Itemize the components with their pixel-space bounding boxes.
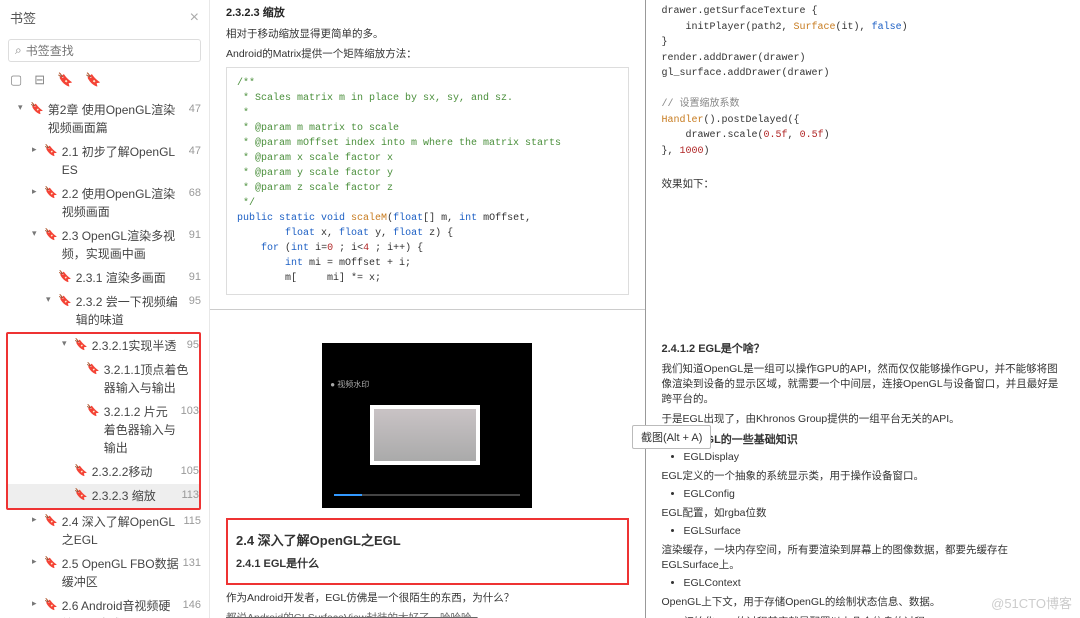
tree-2-2[interactable]: ▸🔖2.2 使用OpenGL渲染视频画面68	[6, 182, 201, 224]
tree-2-6[interactable]: ▸🔖2.6 Android音视频硬编码：生成一个MP4146	[6, 594, 201, 618]
paragraph: 我们知道OpenGL是一组可以操作GPU的API，然而仅仅能够操作GPU，并不能…	[662, 361, 1065, 406]
section-2-4-1-2-heading: 2.4.1.2 EGL是个啥？	[662, 340, 1065, 356]
list-item: EGLContext	[684, 577, 1065, 589]
paragraph: 于是EGL出现了，由Khronos Group提供的一组平台无关的API。	[662, 411, 1065, 426]
bullet-list: EGLConfig	[684, 488, 1065, 500]
section-2-4-heading: 2.4 深入了解OpenGL之EGL	[236, 530, 619, 549]
page-column-left: 2.3.2.3 缩放 相对于移动缩放显得更简单的多。 Android的Matri…	[210, 0, 646, 618]
search-input[interactable]	[26, 44, 194, 58]
bookmark-tree: ▾🔖第2章 使用OpenGL渲染视频画面篇47 ▸🔖2.1 初步了解OpenGL…	[0, 94, 209, 618]
page-watermark: @51CTO博客	[991, 593, 1072, 612]
tree-chapter-2[interactable]: ▾🔖第2章 使用OpenGL渲染视频画面篇47	[6, 98, 201, 140]
tree-2-3[interactable]: ▾🔖2.3 OpenGL渲染多视频，实现画中画91	[6, 224, 201, 266]
code-block: drawer.getSurfaceTexture { initPlayer(pa…	[662, 0, 1065, 171]
bookmark-icon[interactable]: 🔖	[57, 72, 73, 88]
paragraph-strikethrough: 都说Android的GLSurfaceView封装的太好了，哈哈哈~	[226, 610, 629, 618]
paragraph: EGL定义的一个抽象的系统显示类，用于操作设备窗口。	[662, 468, 1065, 483]
tree-2-1[interactable]: ▸🔖2.1 初步了解OpenGL ES47	[6, 140, 201, 182]
tree-2-3-1[interactable]: 🔖2.3.1 渲染多画面91	[6, 266, 201, 290]
search-input-wrap[interactable]: ⌕	[8, 39, 201, 62]
view-icon[interactable]: ▢	[10, 72, 22, 88]
screenshot-tooltip[interactable]: 截图(Alt + A)	[632, 425, 711, 449]
list-item: EGLSurface	[684, 525, 1065, 537]
sidebar-title: 书签	[10, 8, 36, 27]
collapse-icon[interactable]: ⊟	[34, 72, 45, 88]
bullet-list: 初始化EGL的过程其实就是配置以上几个信息的过程。	[684, 614, 1065, 618]
tree-2-3-2-3[interactable]: 🔖2.3.2.3 缩放113	[8, 484, 199, 508]
video-seekbar[interactable]	[334, 494, 520, 496]
page-break	[210, 309, 645, 333]
tree-2-5[interactable]: ▸🔖2.5 OpenGL FBO数据缓冲区131	[6, 552, 201, 594]
section-2-4-1-heading: 2.4.1 EGL是什么	[236, 555, 619, 571]
close-icon[interactable]: ×	[190, 9, 199, 27]
paragraph: 效果如下：	[662, 176, 1065, 191]
document-viewer: 2.3.2.3 缩放 相对于移动缩放显得更简单的多。 Android的Matri…	[210, 0, 1080, 618]
highlighted-tree-group: ▾🔖2.3.2.1实现半透95 🔖3.2.1.1顶点着色器输入与输出 🔖3.2.…	[6, 332, 201, 510]
tree-3-2-1-1-1[interactable]: 🔖3.2.1.1顶点着色器输入与输出	[8, 358, 199, 400]
list-item: 初始化EGL的过程其实就是配置以上几个信息的过程。	[684, 614, 1065, 618]
paragraph: 相对于移动缩放显得更简单的多。	[226, 26, 629, 41]
tree-3-2-1-1-2[interactable]: 🔖3.2.1.2 片元着色器输入与输出103	[8, 400, 199, 460]
list-item: EGLDisplay	[684, 451, 1065, 463]
video-preview[interactable]: ● 视频水印	[322, 343, 532, 508]
paragraph: 作为Android开发者，EGL仿佛是一个很陌生的东西，为什么？	[226, 590, 629, 605]
tree-2-3-2[interactable]: ▾🔖2.3.2 尝一下视频编辑的味道95	[6, 290, 201, 332]
section-heading: 2.3.2.3 缩放	[226, 4, 629, 20]
video-frame	[370, 405, 480, 465]
tree-2-3-2-2[interactable]: 🔖2.3.2.2移动105	[8, 460, 199, 484]
bookmark-add-icon[interactable]: 🔖	[85, 72, 101, 88]
sidebar-toolbar: ▢ ⊟ 🔖 🔖	[0, 66, 209, 94]
section-2-4-1-3-heading: 2.4.1.3 EGL的一些基础知识	[662, 431, 1065, 447]
code-block: /** * Scales matrix m in place by sx, sy…	[226, 67, 629, 295]
highlighted-section-2-4: 2.4 深入了解OpenGL之EGL 2.4.1 EGL是什么	[226, 518, 629, 585]
bullet-list: EGLContext	[684, 577, 1065, 589]
list-item: EGLConfig	[684, 488, 1065, 500]
paragraph: Android的Matrix提供一个矩阵缩放方法：	[226, 46, 629, 61]
bullet-list: EGLDisplay	[684, 451, 1065, 463]
tree-2-3-2-1[interactable]: ▾🔖2.3.2.1实现半透95	[8, 334, 199, 358]
paragraph: 渲染缓存，一块内存空间，所有要渲染到屏幕上的图像数据，都要先缓存在EGLSurf…	[662, 542, 1065, 572]
page-column-right: drawer.getSurfaceTexture { initPlayer(pa…	[646, 0, 1080, 618]
tree-2-4[interactable]: ▸🔖2.4 深入了解OpenGL之EGL115	[6, 510, 201, 552]
paragraph: EGL配置，如rgba位数	[662, 505, 1065, 520]
bullet-list: EGLSurface	[684, 525, 1065, 537]
bookmarks-sidebar: 书签 × ⌕ ▢ ⊟ 🔖 🔖 ▾🔖第2章 使用OpenGL渲染视频画面篇47 ▸…	[0, 0, 210, 618]
search-icon: ⌕	[15, 43, 22, 58]
video-watermark-text: ● 视频水印	[330, 379, 369, 390]
